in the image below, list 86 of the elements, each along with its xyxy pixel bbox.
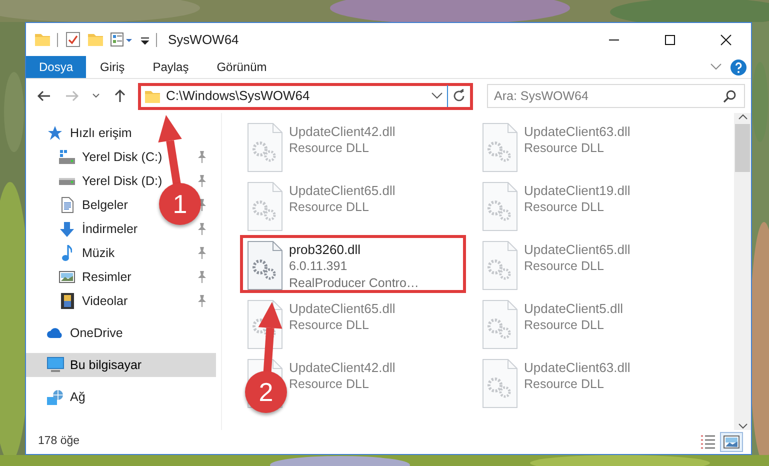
ribbon-tab[interactable]: Paylaş: [138, 56, 203, 78]
nav-item[interactable]: Yerel Disk (C:): [82, 148, 162, 166]
file-name[interactable]: UpdateClient42.dll: [289, 359, 396, 376]
pin-icon[interactable]: [198, 295, 206, 307]
file-name[interactable]: UpdateClient63.dll: [524, 123, 630, 140]
file-name[interactable]: UpdateClient19.dll: [524, 182, 630, 199]
file-detail: Resource DLL: [524, 317, 604, 334]
scroll-down-icon[interactable]: [738, 422, 748, 430]
pin-icon[interactable]: [198, 247, 206, 259]
nav-item[interactable]: Müzik: [82, 244, 115, 262]
separator-icon: [156, 32, 158, 46]
network-icon: [47, 390, 63, 404]
item-count: 178 öğe: [38, 434, 80, 450]
file-detail: 6.0.11.391: [289, 258, 348, 275]
caret-icon: [92, 93, 100, 99]
file-name[interactable]: prob3260.dll: [289, 241, 361, 258]
dll-file-icon: [482, 300, 518, 350]
refresh-icon: [452, 89, 466, 103]
back-arrow-icon: [36, 88, 52, 104]
large-icons-view-button[interactable]: [720, 432, 743, 452]
close-icon: [720, 34, 732, 46]
ribbon-tab[interactable]: Görünüm: [202, 56, 281, 78]
dll-file-icon: [247, 241, 283, 291]
nav-item[interactable]: Belgeler: [82, 196, 128, 214]
music-note-icon: [62, 245, 72, 261]
file-name[interactable]: UpdateClient42.dll: [289, 123, 396, 140]
checklist-icon[interactable]: [65, 31, 81, 48]
file-name[interactable]: UpdateClient65.dll: [289, 182, 396, 199]
file-detail: Resource DLL: [524, 199, 604, 216]
file-name[interactable]: UpdateClient65.dll: [289, 300, 396, 317]
picture-icon: [59, 271, 75, 283]
file-name[interactable]: UpdateClient65.dll: [524, 241, 630, 258]
file-detail: Resource DLL: [524, 376, 604, 393]
ribbon-tab[interactable]: Giriş: [86, 56, 139, 78]
document-icon: [60, 197, 74, 213]
drive-icon: [59, 150, 75, 164]
dropdown-icon[interactable]: [431, 92, 443, 100]
file-detail: Resource DLL: [289, 140, 369, 157]
maximize-icon: [664, 34, 676, 46]
file-detail: Resource DLL: [289, 317, 369, 334]
dll-file-icon: [247, 182, 283, 232]
dll-file-icon: [247, 123, 283, 173]
dll-file-icon: [482, 123, 518, 173]
help-icon[interactable]: [730, 58, 747, 76]
file-detail: Resource DLL: [524, 258, 604, 275]
file-detail: RealProducer Contro…: [289, 275, 419, 292]
file-detail: Resource DLL: [289, 376, 369, 393]
scroll-up-icon[interactable]: [738, 113, 748, 121]
nav-item[interactable]: İndirmeler: [82, 220, 138, 238]
nav-item[interactable]: Videolar: [82, 292, 128, 310]
star-icon: [47, 126, 63, 140]
window-title: SysWOW64: [168, 30, 239, 49]
nav-item[interactable]: Hızlı erişim: [70, 124, 132, 142]
nav-item[interactable]: Bu bilgisayar: [70, 356, 142, 374]
pin-icon[interactable]: [198, 271, 206, 283]
scrollbar[interactable]: [734, 113, 751, 430]
separator-icon: [57, 32, 59, 46]
dll-file-icon: [482, 241, 518, 291]
film-icon: [60, 293, 74, 309]
search-field[interactable]: Ara: SysWOW64: [487, 84, 745, 108]
scrollbar-thumb[interactable]: [735, 124, 750, 172]
monitor-icon: [46, 357, 64, 373]
pin-icon[interactable]: [198, 175, 206, 187]
file-name[interactable]: UpdateClient5.dll: [524, 300, 624, 317]
download-arrow-icon: [60, 222, 74, 236]
address-field[interactable]: C:\Windows\SysWOW64: [138, 82, 473, 110]
search-icon[interactable]: [723, 89, 737, 103]
up-arrow-icon: [112, 88, 128, 104]
dll-file-icon: [482, 182, 518, 232]
file-name[interactable]: UpdateClient63.dll: [524, 359, 630, 376]
pin-icon[interactable]: [198, 223, 206, 235]
nav-item[interactable]: Resimler: [82, 268, 132, 286]
ribbon-tab[interactable]: Dosya: [26, 56, 86, 78]
chevron-icon[interactable]: [710, 63, 722, 71]
pin-icon[interactable]: [198, 151, 206, 163]
cloud-icon: [47, 328, 63, 338]
dll-file-icon: [482, 359, 518, 409]
file-detail: Resource DLL: [524, 140, 604, 157]
file-detail: Resource DLL: [289, 199, 369, 216]
nav-item[interactable]: OneDrive: [70, 324, 123, 342]
drive-icon: [59, 178, 75, 184]
thumbnail-icon: [723, 434, 740, 450]
nav-item[interactable]: Ağ: [70, 388, 86, 406]
properties-icon[interactable]: [110, 31, 134, 48]
details-list-icon: [700, 434, 717, 450]
forward-arrow-icon: [64, 88, 80, 104]
